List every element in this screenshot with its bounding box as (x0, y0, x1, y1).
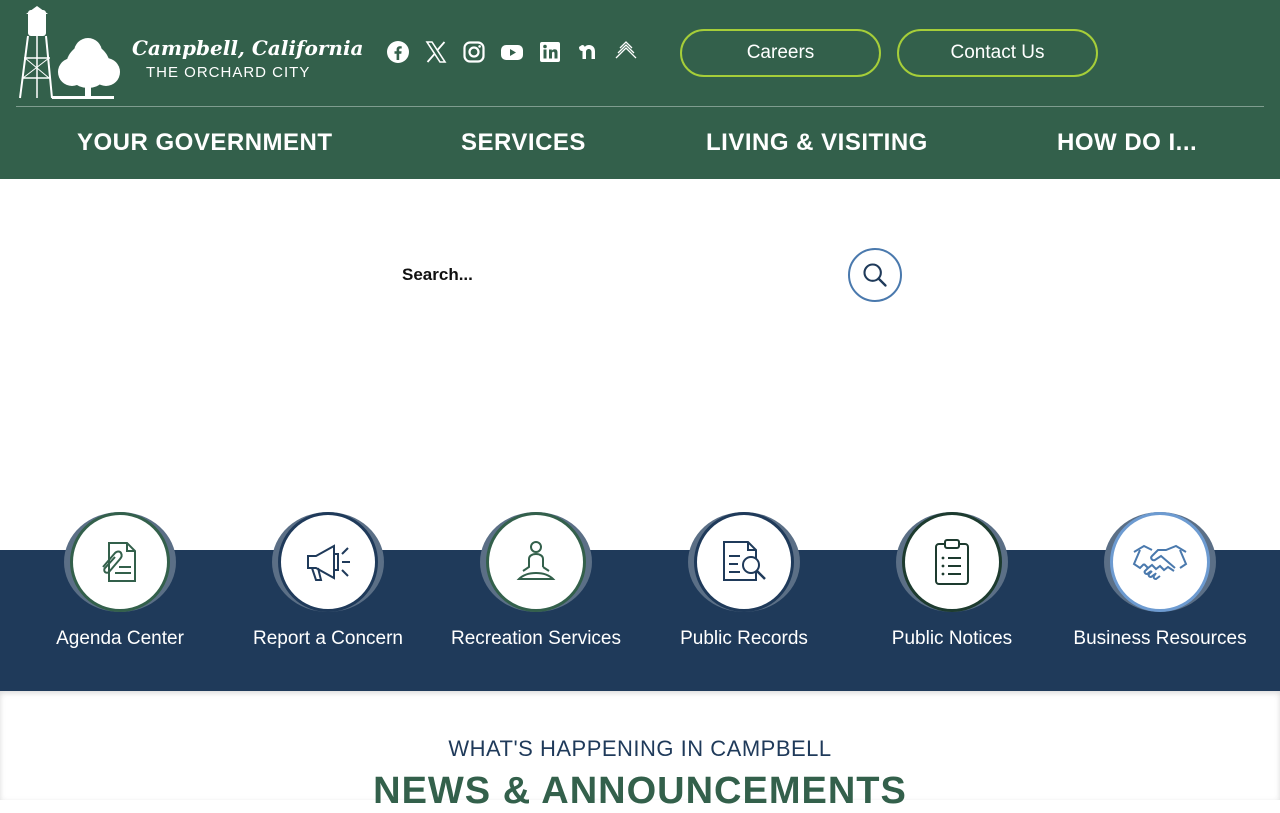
site-header: Campbell, California THE ORCHARD CITY Ca… (0, 0, 1280, 179)
nav-item-how-do-i[interactable]: HOW DO I... (1057, 129, 1197, 157)
handshake-icon (1132, 544, 1188, 581)
document-clip-icon (102, 542, 136, 582)
quick-link-label: Recreation Services (450, 628, 622, 649)
nextdoor-icon[interactable] (576, 40, 600, 64)
quick-link-label: Report a Concern (253, 628, 403, 649)
facebook-icon[interactable] (386, 40, 410, 64)
instagram-icon[interactable] (462, 40, 486, 64)
search-input[interactable] (386, 254, 836, 296)
icon-circle (486, 512, 586, 612)
youtube-icon[interactable] (500, 40, 524, 64)
quick-link-label: Public Records (680, 628, 808, 649)
linkedin-icon[interactable] (538, 40, 562, 64)
site-logo[interactable]: Campbell, California THE ORCHARD CITY (16, 6, 364, 102)
main-nav: YOUR GOVERNMENT SERVICES LIVING & VISITI… (0, 107, 1280, 179)
clipboard-list-icon (935, 539, 969, 585)
site-search (386, 246, 906, 304)
news-headline: NEWS & ANNOUNCEMENTS (373, 770, 907, 812)
search-icon (863, 263, 887, 287)
quick-links-band (0, 550, 1280, 691)
icon-circle (694, 512, 794, 612)
document-search-icon (723, 541, 766, 581)
nav-item-services[interactable]: SERVICES (461, 129, 586, 157)
water-tower-tree-logo-icon (19, 6, 120, 99)
quick-link-label: Public Notices (891, 628, 1013, 649)
search-button[interactable] (848, 248, 902, 302)
icon-circle (902, 512, 1002, 612)
quick-link-label: Agenda Center (56, 628, 184, 649)
logo-title: Campbell, California (132, 36, 364, 60)
icon-circle (1110, 512, 1210, 612)
social-links (386, 40, 638, 64)
contact-us-button[interactable]: Contact Us (897, 29, 1098, 77)
logo-subtitle: THE ORCHARD CITY (146, 64, 311, 81)
megaphone-icon (307, 544, 350, 581)
notify-icon[interactable] (614, 40, 638, 64)
nav-item-living-visiting[interactable]: LIVING & VISITING (706, 129, 928, 157)
news-kicker: WHAT'S HAPPENING IN CAMPBELL (448, 736, 832, 761)
icon-circle (70, 512, 170, 612)
icon-circle (278, 512, 378, 612)
quick-link-label: Business Resources (1073, 628, 1247, 649)
nav-item-your-government[interactable]: YOUR GOVERNMENT (77, 129, 333, 157)
careers-button[interactable]: Careers (680, 29, 881, 77)
x-icon[interactable] (424, 40, 448, 64)
meditation-icon (516, 541, 556, 580)
